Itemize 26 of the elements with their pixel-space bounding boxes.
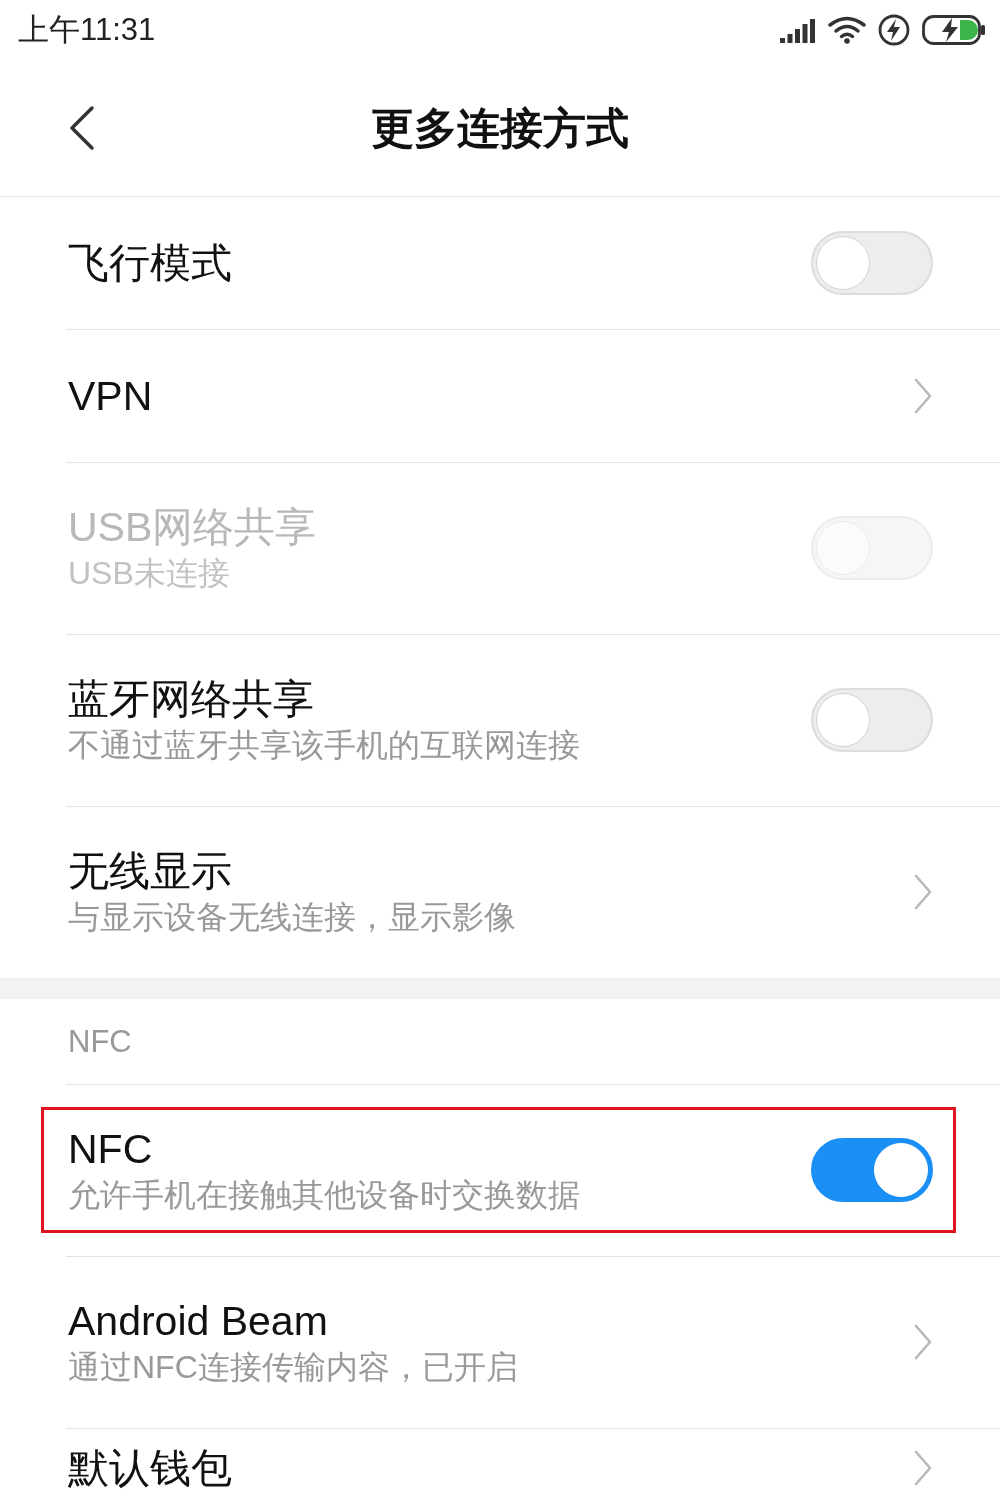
setting-title: 飞行模式 [68,239,232,287]
setting-title: 默认钱包 [68,1444,232,1492]
setting-description: 不通过蓝牙共享该手机的互联网连接 [68,726,580,765]
status-time: 上午11:31 [18,12,156,48]
chevron-right-icon [913,1449,933,1487]
setting-description: USB未连接 [68,554,230,593]
chevron-right-icon [913,377,933,415]
section-header: NFC [68,1022,132,1061]
chevron-right-icon [913,873,933,911]
page-title: 更多连接方式 [371,103,629,154]
setting-title: VPN [68,372,153,420]
back-icon[interactable] [68,105,96,151]
signal-icon [780,19,816,43]
wifi-icon [828,16,866,44]
setting-title: 无线显示 [68,847,232,895]
chevron-right-icon [913,1323,933,1361]
toggle-switch[interactable] [811,1138,933,1202]
setting-description: 允许手机在接触其他设备时交换数据 [68,1176,580,1215]
setting-title: Android Beam [68,1297,328,1345]
setting-title: 蓝牙网络共享 [68,675,314,723]
setting-title: USB网络共享 [68,503,317,551]
battery-icon [922,15,986,45]
charging-icon [878,14,910,46]
setting-description: 与显示设备无线连接，显示影像 [68,898,516,937]
setting-description: 通过NFC连接传输内容，已开启 [68,1348,518,1387]
setting-title: NFC [68,1125,153,1173]
